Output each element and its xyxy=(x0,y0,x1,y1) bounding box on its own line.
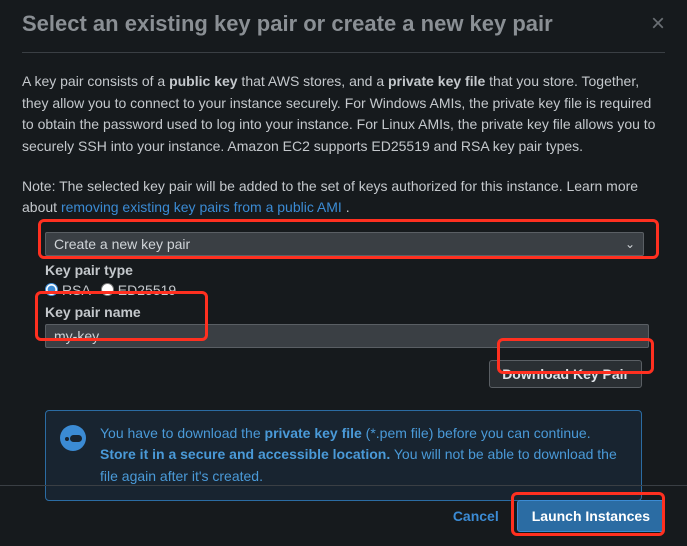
alert-bold: Store it in a secure and accessible loca… xyxy=(100,446,390,462)
desc-bold: private key file xyxy=(388,73,485,89)
radio-rsa-label: RSA xyxy=(62,282,91,298)
keypair-type-radios: RSA ED25519 xyxy=(22,278,665,298)
launch-instances-button[interactable]: Launch Instances xyxy=(517,500,665,532)
alert-seg: You have to download the xyxy=(100,425,265,441)
keypair-name-label: Key pair name xyxy=(22,304,665,320)
radio-rsa-input[interactable] xyxy=(45,283,58,296)
radio-rsa[interactable]: RSA xyxy=(45,282,91,298)
alert-text: You have to download the private key fil… xyxy=(100,423,627,488)
modal-footer: Cancel Launch Instances xyxy=(0,485,687,546)
note-text: Note: The selected key pair will be adde… xyxy=(22,176,665,218)
remove-keys-link[interactable]: removing existing key pairs from a publi… xyxy=(61,199,342,215)
radio-ed25519[interactable]: ED25519 xyxy=(101,282,176,298)
keypair-modal: Select an existing key pair or create a … xyxy=(0,0,687,546)
close-icon[interactable]: × xyxy=(651,10,665,38)
radio-ed-input[interactable] xyxy=(101,283,114,296)
desc-seg: A key pair consists of a xyxy=(22,73,169,89)
select-value: Create a new key pair xyxy=(54,236,190,252)
download-keypair-button[interactable]: Download Key Pair xyxy=(489,360,642,388)
alert-bold: private key file xyxy=(265,425,362,441)
keypair-name-input[interactable] xyxy=(45,324,649,348)
description-text: A key pair consists of a public key that… xyxy=(22,71,665,158)
keypair-type-label: Key pair type xyxy=(22,262,665,278)
note-seg: . xyxy=(342,199,350,215)
chevron-down-icon: ⌄ xyxy=(625,237,635,251)
keypair-select[interactable]: Create a new key pair ⌄ xyxy=(45,232,644,256)
cancel-button[interactable]: Cancel xyxy=(453,508,499,524)
radio-ed-label: ED25519 xyxy=(118,282,176,298)
modal-header: Select an existing key pair or create a … xyxy=(22,0,665,53)
desc-bold: public key xyxy=(169,73,237,89)
chat-icon xyxy=(60,425,86,451)
desc-seg: that AWS stores, and a xyxy=(238,73,388,89)
modal-title: Select an existing key pair or create a … xyxy=(22,11,553,37)
alert-seg: (*.pem file) before you can continue. xyxy=(362,425,591,441)
